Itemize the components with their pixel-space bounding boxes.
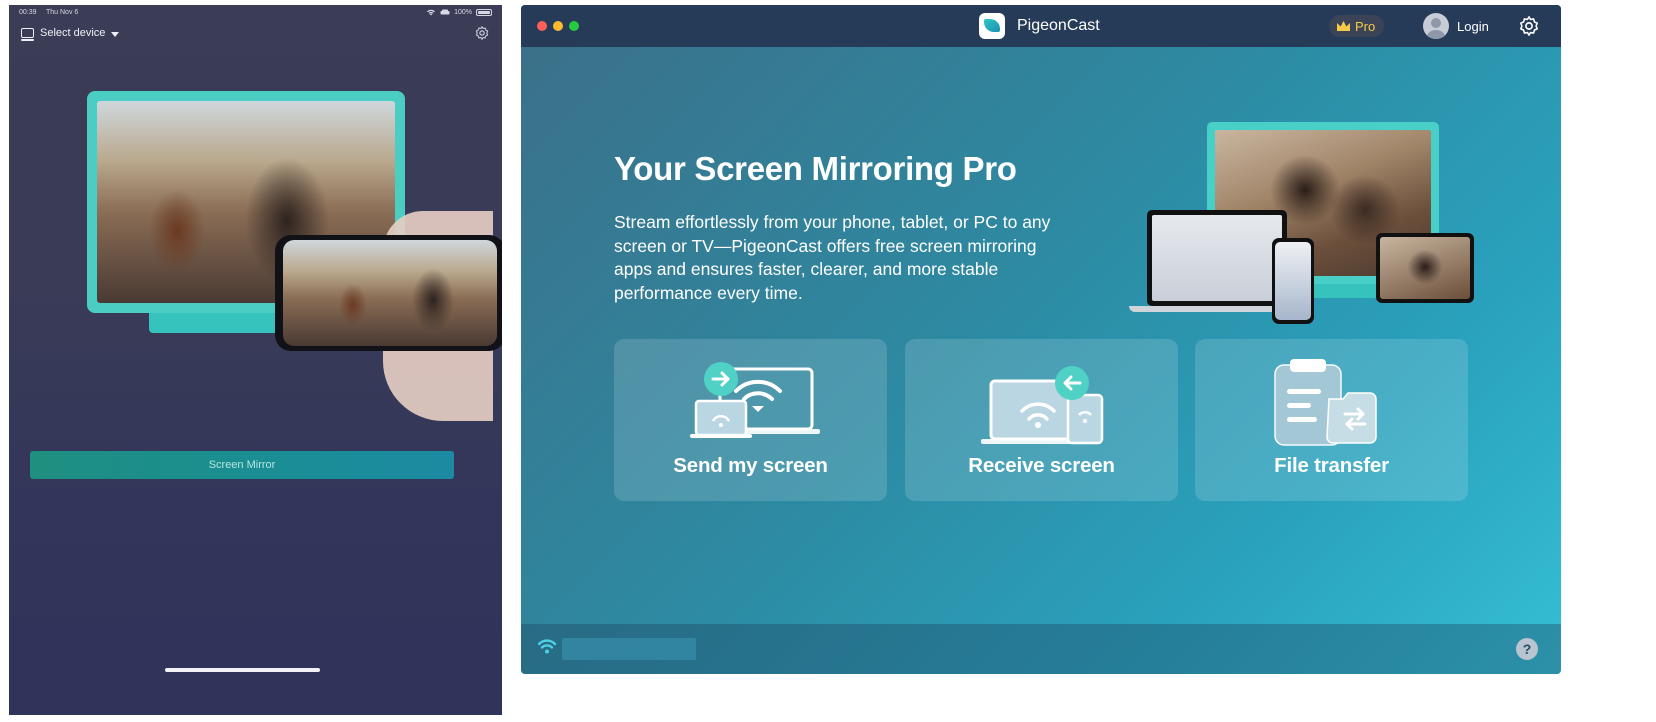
close-window-button[interactable] (537, 21, 547, 31)
description: Stream effortlessly from your phone, tab… (614, 212, 1051, 303)
app-brand: PigeonCast (979, 13, 1100, 39)
wifi-icon[interactable] (537, 637, 557, 655)
arrow-right-icon (704, 362, 738, 396)
file-transfer-illustration (1274, 359, 1377, 446)
pro-button[interactable]: Pro (1329, 15, 1385, 37)
caret-down-icon (111, 31, 120, 37)
mirroring-illustration (87, 91, 502, 421)
status-time: 00:39 (19, 9, 37, 16)
connection-status (562, 638, 696, 660)
file-transfer-label: File transfer (1274, 454, 1389, 477)
phone-photo (283, 240, 497, 346)
login-label: Login (1457, 18, 1489, 34)
battery-icon (476, 8, 492, 16)
help-button[interactable]: ? (1516, 638, 1538, 660)
receive-screen-illustration (981, 379, 1104, 445)
crown-icon (1337, 21, 1350, 31)
receive-screen-label: Receive screen (968, 454, 1115, 477)
phone-screen (1275, 242, 1311, 320)
pigeon-logo-icon (979, 13, 1005, 39)
mac-app-window: PigeonCast Pro Login Your Screen Mirrori… (521, 5, 1561, 674)
select-device-label: Select device (40, 27, 106, 39)
send-my-screen-card[interactable]: Send my screen (614, 339, 887, 501)
title-bar: PigeonCast Pro Login (521, 5, 1561, 47)
status-date: Thu Nov 6 (46, 9, 79, 16)
swap-arrows-icon (1343, 407, 1367, 431)
pro-label: Pro (1355, 18, 1376, 34)
devices-illustration (1129, 120, 1479, 325)
send-screen-illustration (690, 367, 820, 438)
file-transfer-card[interactable]: File transfer (1195, 339, 1468, 501)
select-device-button[interactable]: Select device (21, 27, 120, 41)
screen-mirror-button[interactable]: Screen Mirror (30, 451, 454, 479)
status-bar: 00:39 Thu Nov 6 100% (9, 5, 502, 21)
laptop-illustration (1147, 210, 1287, 306)
battery-percent: 100% (454, 8, 472, 16)
laptop-screen (1152, 215, 1282, 301)
login-button[interactable]: Login (1423, 13, 1489, 39)
app-title: PigeonCast (1017, 17, 1100, 34)
gear-icon[interactable] (1518, 15, 1540, 37)
send-my-screen-label: Send my screen (673, 454, 828, 477)
minimize-window-button[interactable] (553, 21, 563, 31)
zoom-window-button[interactable] (569, 21, 579, 31)
avatar-icon (1423, 13, 1449, 39)
ipad-app-screen: 00:39 Thu Nov 6 100% Select device Scree… (9, 5, 502, 715)
arrow-left-icon (1055, 366, 1089, 400)
wifi-icon (427, 9, 436, 16)
tablet-illustration (1376, 233, 1474, 303)
receive-screen-card[interactable]: Receive screen (905, 339, 1178, 501)
home-indicator[interactable] (165, 668, 320, 672)
tablet-photo (1380, 237, 1470, 299)
device-icon (21, 28, 34, 41)
headline: Your Screen Mirroring Pro (614, 150, 1017, 187)
phone-illustration (275, 235, 502, 351)
gear-icon[interactable] (474, 25, 490, 41)
status-indicators: 100% (426, 8, 492, 16)
car-icon (440, 9, 450, 14)
phone-illustration (1272, 238, 1314, 324)
